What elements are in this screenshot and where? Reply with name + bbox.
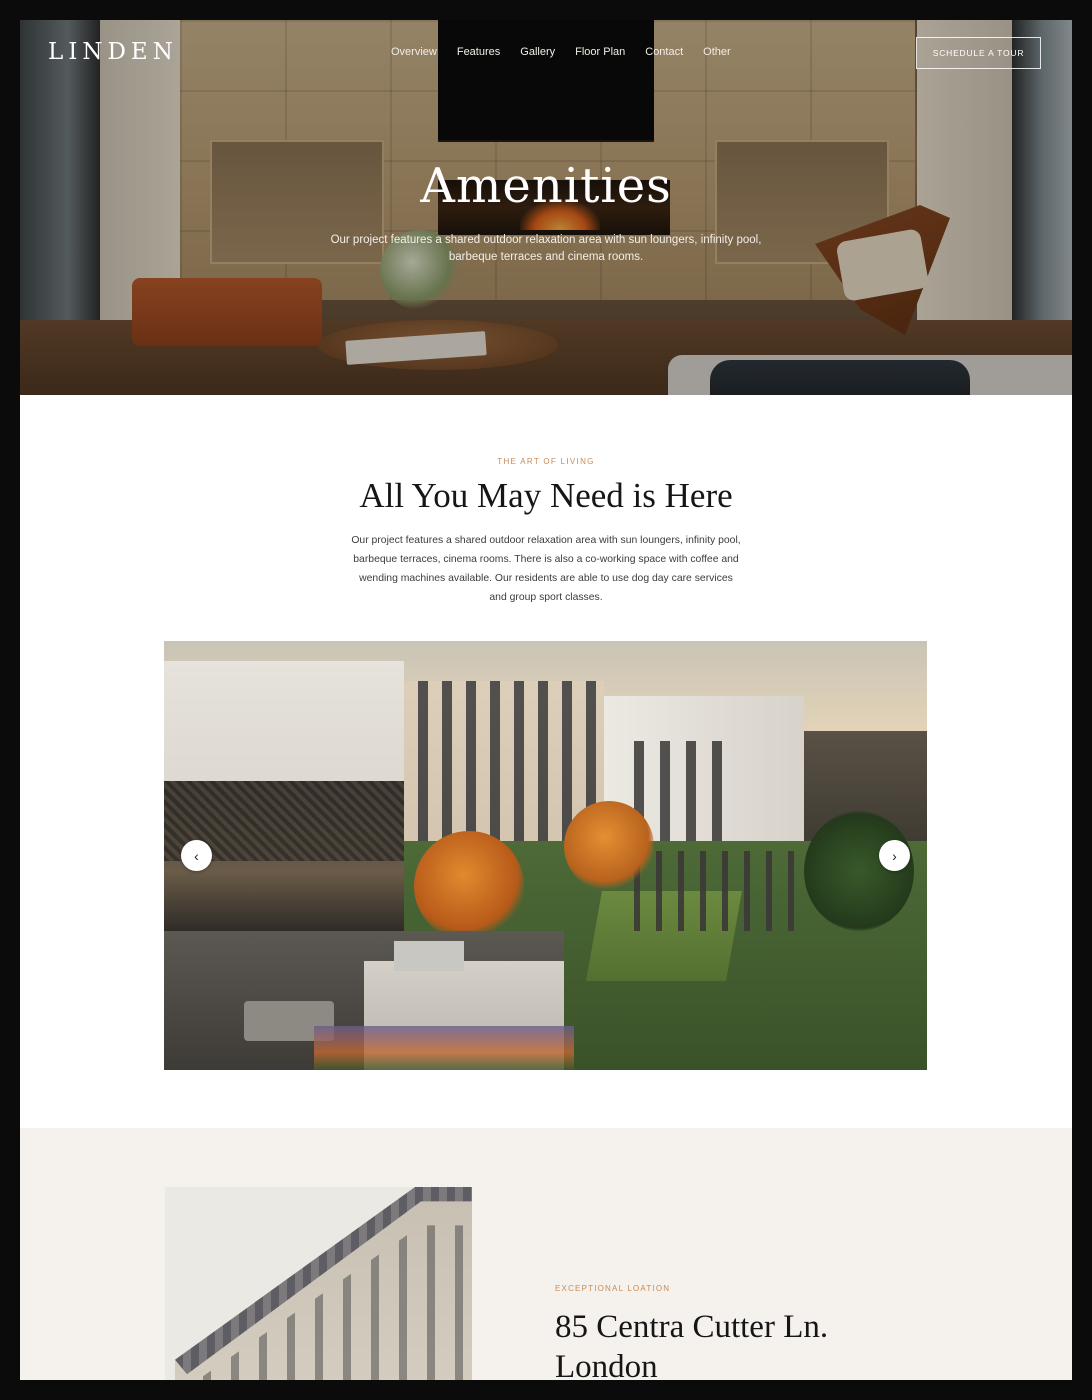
nav-item-contact[interactable]: Contact (645, 46, 683, 58)
amenities-gallery-slider[interactable]: ‹ › (164, 641, 927, 1070)
chevron-right-icon[interactable]: › (879, 840, 910, 871)
schedule-tour-button[interactable]: SCHEDULE A TOUR (916, 37, 1041, 69)
top-nav: LINDEN Overview Features Gallery Floor P… (20, 20, 1072, 90)
nav-item-overview[interactable]: Overview (391, 46, 437, 58)
location-section: EXCEPTIONAL LOATION 85 Centra Cutter Ln.… (20, 1128, 1072, 1380)
gallery-flower-beds (314, 1026, 574, 1070)
location-building-image (165, 1187, 472, 1380)
intro-body: Our project features a shared outdoor re… (351, 535, 741, 603)
logo[interactable]: LINDEN (48, 39, 178, 65)
nav-item-other[interactable]: Other (703, 46, 731, 58)
nav-item-features[interactable]: Features (457, 46, 500, 58)
gallery-autumn-tree (414, 831, 524, 941)
gallery-pergola (634, 851, 804, 931)
gallery-tree (804, 811, 914, 931)
chevron-left-icon[interactable]: ‹ (181, 840, 212, 871)
hero-subtitle: Our project features a shared outdoor re… (330, 234, 762, 263)
nav-menu: Overview Features Gallery Floor Plan Con… (391, 46, 751, 58)
intro-title: All You May Need is Here (359, 476, 733, 515)
address-line-1: 85 Centra Cutter Ln. (555, 1309, 829, 1345)
location-eyebrow: EXCEPTIONAL LOATION (555, 1284, 671, 1293)
gallery-autumn-tree (564, 801, 654, 891)
address-line-2: London (555, 1349, 658, 1380)
gallery-bbq-grill (394, 941, 464, 971)
intro-eyebrow: THE ART OF LIVING (497, 457, 595, 466)
hero-section: LINDEN Overview Features Gallery Floor P… (20, 20, 1072, 395)
location-address: 85 Centra Cutter Ln. London (555, 1307, 935, 1380)
nav-item-gallery[interactable]: Gallery (520, 46, 555, 58)
nav-item-floor-plan[interactable]: Floor Plan (575, 46, 625, 58)
page: LINDEN Overview Features Gallery Floor P… (20, 20, 1072, 1380)
hero-title: Amenities (420, 158, 672, 214)
